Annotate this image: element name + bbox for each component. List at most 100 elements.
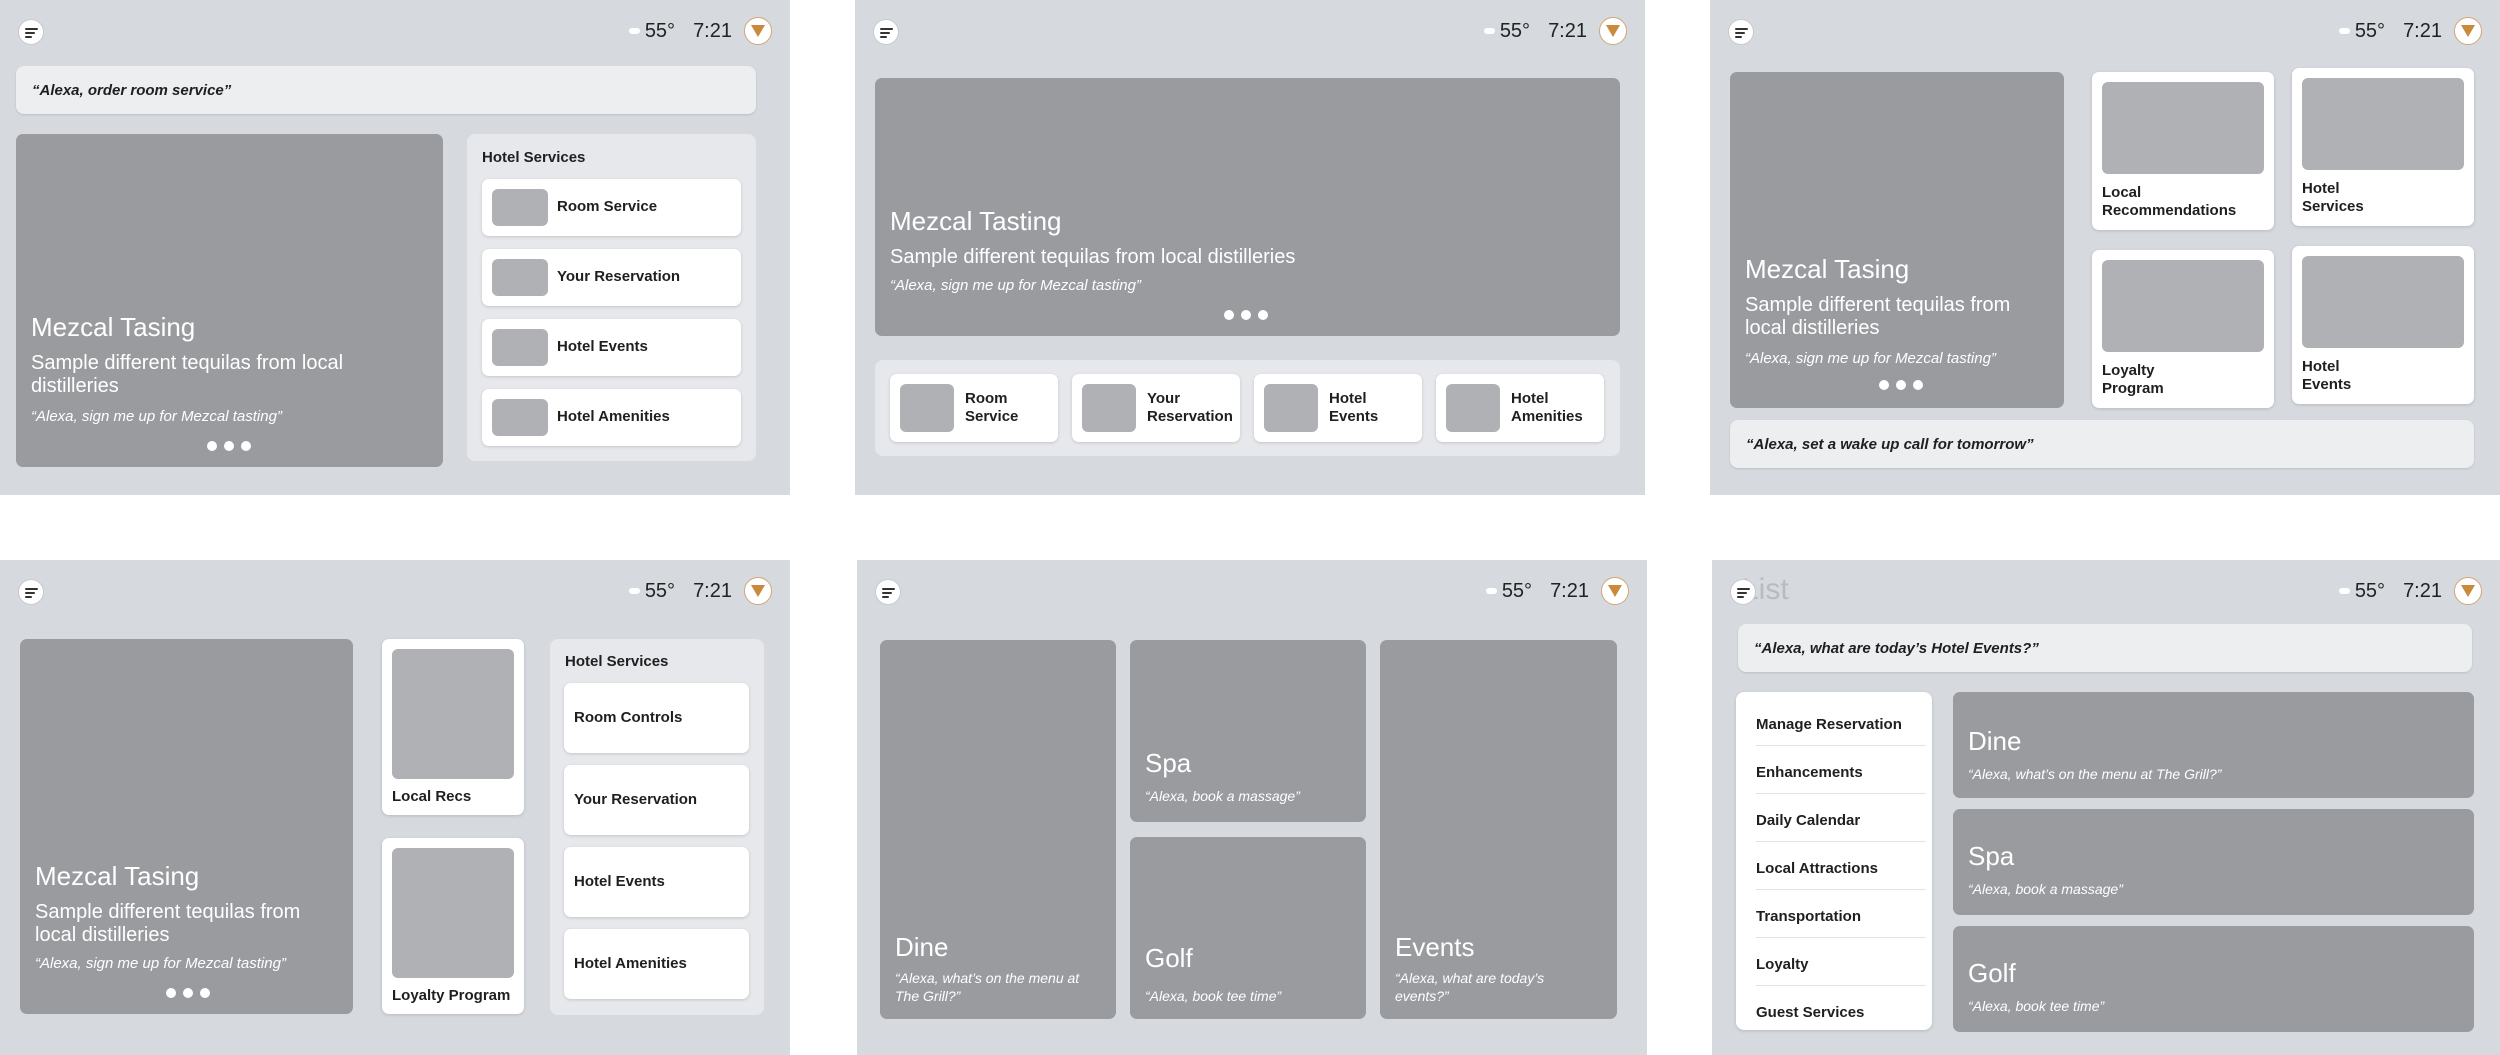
card-local-recommendations[interactable]: Local Recommendations xyxy=(2092,72,2274,230)
hero-prompt: “Alexa, sign me up for Mezcal tasting” xyxy=(1745,350,1996,367)
list-item[interactable]: Loyalty xyxy=(1756,956,1926,986)
hero-title: Mezcal Tasing xyxy=(31,312,196,342)
hero-prompt: “Alexa, sign me up for Mezcal tasting” xyxy=(890,277,1141,294)
screen-list: List 55° 7:21 “Alexa, what are today’s H… xyxy=(1712,560,2500,1055)
screen-mezcal-wide: 55° 7:21 Mezcal Tasting Sample different… xyxy=(855,0,1645,495)
temperature: 55° xyxy=(644,19,676,42)
card-label-line2: Services xyxy=(2302,198,2364,215)
menu-button[interactable] xyxy=(18,19,44,45)
service-label-line2: Events xyxy=(1329,408,1379,425)
tile-title: Golf xyxy=(1968,958,2016,988)
cloud-icon xyxy=(628,588,640,594)
status-bar: 55° 7:21 xyxy=(2338,576,2482,606)
menu-icon xyxy=(25,28,38,30)
tile-prompt: “Alexa, book a massage” xyxy=(1145,788,1300,804)
temperature: 55° xyxy=(1501,579,1533,602)
hero-subtitle-line2: local distilleries xyxy=(35,924,170,946)
tile-dine[interactable]: Dine “Alexa, what’s on the menu at The G… xyxy=(1953,692,2474,798)
menu-button[interactable] xyxy=(1730,579,1756,605)
tile-title: Spa xyxy=(1968,841,2015,871)
menu-button[interactable] xyxy=(1728,19,1754,45)
card-local-recs[interactable]: Local Recs xyxy=(382,639,524,815)
card-label: Loyalty Program xyxy=(392,987,511,1004)
hero-prompt: “Alexa, sign me up for Mezcal tasting” xyxy=(31,408,282,425)
service-hotel-events[interactable]: Hotel Events xyxy=(482,319,741,376)
service-hotel-amenities[interactable]: Hotel Amenities xyxy=(482,389,741,446)
hero-card[interactable]: Mezcal Tasing Sample different tequilas … xyxy=(20,639,353,1014)
avatar[interactable] xyxy=(1599,17,1627,45)
voice-prompt: “Alexa, what are today’s Hotel Events?” xyxy=(1738,624,2472,672)
service-hotel-amenities[interactable]: Hotel Amenities xyxy=(1436,374,1604,442)
service-hotel-events[interactable]: Hotel Events xyxy=(1254,374,1422,442)
hero-card[interactable]: Mezcal Tasing Sample different tequilas … xyxy=(1730,72,2064,408)
thumbnail xyxy=(2302,78,2464,170)
tile-spa[interactable]: Spa “Alexa, book a massage” xyxy=(1953,809,2474,915)
cloud-icon xyxy=(628,28,640,34)
card-hotel-services[interactable]: Hotel Services xyxy=(2292,68,2474,226)
service-label-line1: Room xyxy=(965,390,1008,407)
tile-golf[interactable]: Golf “Alexa, book tee time” xyxy=(1130,837,1366,1019)
card-loyalty-program[interactable]: Loyalty Program xyxy=(2092,250,2274,408)
temperature: 55° xyxy=(2354,579,2386,602)
tile-title: Dine xyxy=(895,932,949,962)
menu-button[interactable] xyxy=(18,579,44,605)
hero-card[interactable]: Mezcal Tasting Sample different tequilas… xyxy=(875,78,1620,336)
avatar[interactable] xyxy=(2454,17,2482,45)
tile-events[interactable]: Events “Alexa, what are today’s events?” xyxy=(1380,640,1617,1019)
service-hotel-amenities[interactable]: Hotel Amenities xyxy=(564,929,749,999)
service-your-reservation[interactable]: Your Reservation xyxy=(564,765,749,835)
avatar[interactable] xyxy=(744,17,772,45)
tile-title: Spa xyxy=(1145,748,1192,778)
menu-icon xyxy=(880,28,893,30)
card-hotel-events[interactable]: Hotel Events xyxy=(2292,246,2474,404)
tile-dine[interactable]: Dine “Alexa, what’s on the menu at The Gr… xyxy=(880,640,1116,1019)
service-label-line1: Hotel xyxy=(1329,390,1367,407)
avatar[interactable] xyxy=(1601,577,1629,605)
service-label-line2: Reservation xyxy=(1147,408,1233,425)
tile-title: Events xyxy=(1395,932,1475,962)
service-label: Room Controls xyxy=(574,709,683,726)
card-label-line2: Program xyxy=(2102,380,2164,397)
card-label-line1: Loyalty xyxy=(2102,362,2155,379)
avatar[interactable] xyxy=(744,577,772,605)
list-item[interactable]: Guest Services xyxy=(1756,1004,1926,1033)
service-your-reservation[interactable]: Your Reservation xyxy=(1072,374,1240,442)
tile-prompt: “Alexa, book tee time” xyxy=(1968,998,2105,1014)
carousel-dots[interactable] xyxy=(162,988,213,998)
list-item[interactable]: Daily Calendar xyxy=(1756,812,1926,842)
service-room-service[interactable]: Room Service xyxy=(890,374,1058,442)
service-room-controls[interactable]: Room Controls xyxy=(564,683,749,753)
menu-button[interactable] xyxy=(873,19,899,45)
service-your-reservation[interactable]: Your Reservation xyxy=(482,249,741,306)
carousel-dots[interactable] xyxy=(1875,380,1926,390)
service-room-service[interactable]: Room Service xyxy=(482,179,741,236)
menu-button[interactable] xyxy=(875,579,901,605)
hero-subtitle: Sample different tequilas from local dis… xyxy=(890,246,1296,268)
avatar[interactable] xyxy=(2454,577,2482,605)
list-item[interactable]: Manage Reservation xyxy=(1756,716,1926,746)
status-bar: 55° 7:21 xyxy=(1483,16,1627,46)
cloud-icon xyxy=(2338,588,2350,594)
thumbnail xyxy=(2302,256,2464,348)
service-hotel-events[interactable]: Hotel Events xyxy=(564,847,749,917)
screen-room-service: 55° 7:21 “Alexa, order room service” Mez… xyxy=(0,0,790,495)
voice-prompt: “Alexa, set a wake up call for tomorrow” xyxy=(1730,420,2474,468)
list-item[interactable]: Enhancements xyxy=(1756,764,1926,794)
tile-golf[interactable]: Golf “Alexa, book tee time” xyxy=(1953,926,2474,1032)
hero-prompt: “Alexa, sign me up for Mezcal tasting” xyxy=(35,955,286,972)
tile-prompt-line1: “Alexa, what’s on the menu at xyxy=(895,970,1080,986)
hero-card[interactable]: Mezcal Tasing Sample different tequilas … xyxy=(16,134,443,467)
list-item[interactable]: Transportation xyxy=(1756,908,1926,938)
tile-spa[interactable]: Spa “Alexa, book a massage” xyxy=(1130,640,1366,822)
thumbnail xyxy=(392,649,514,779)
hotel-services-panel: Hotel Services Room Controls Your Reserv… xyxy=(550,639,764,1015)
card-label-line2: Recommendations xyxy=(2102,202,2237,219)
thumbnail xyxy=(1264,384,1318,432)
screen-mezcal-grid: 55° 7:21 Mezcal Tasing Sample different … xyxy=(1710,0,2500,495)
service-label-line2: Amenities xyxy=(1511,408,1583,425)
list-item[interactable]: Local Attractions xyxy=(1756,860,1926,890)
carousel-dots[interactable] xyxy=(203,441,254,451)
carousel-dots[interactable] xyxy=(1220,310,1271,320)
card-loyalty-program[interactable]: Loyalty Program xyxy=(382,838,524,1014)
cloud-icon xyxy=(2338,28,2350,34)
